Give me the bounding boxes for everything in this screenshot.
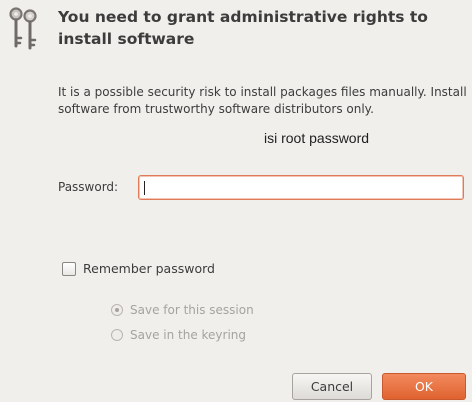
dialog-heading: You need to grant administrative rights … xyxy=(58,8,428,48)
radio-button[interactable] xyxy=(111,329,123,341)
radio-label-keyring: Save in the keyring xyxy=(130,328,247,342)
radio-button-selected[interactable] xyxy=(111,304,123,316)
remember-password-checkbox[interactable]: Remember password xyxy=(62,261,215,276)
password-label: Password: xyxy=(58,180,119,194)
remember-password-label: Remember password xyxy=(83,261,215,276)
keys-icon xyxy=(6,6,40,54)
cancel-button[interactable]: Cancel xyxy=(292,373,372,400)
password-input[interactable] xyxy=(138,175,464,200)
annotation-text: isi root password xyxy=(264,130,370,146)
ok-button[interactable]: OK xyxy=(382,373,466,400)
checkbox-box[interactable] xyxy=(62,261,76,276)
text-caret xyxy=(144,181,145,195)
radio-save-keyring[interactable]: Save in the keyring xyxy=(111,328,246,342)
dialog-description: It is a possible security risk to instal… xyxy=(58,85,467,116)
radio-label-session: Save for this session xyxy=(130,303,254,317)
radio-save-session[interactable]: Save for this session xyxy=(111,303,254,317)
